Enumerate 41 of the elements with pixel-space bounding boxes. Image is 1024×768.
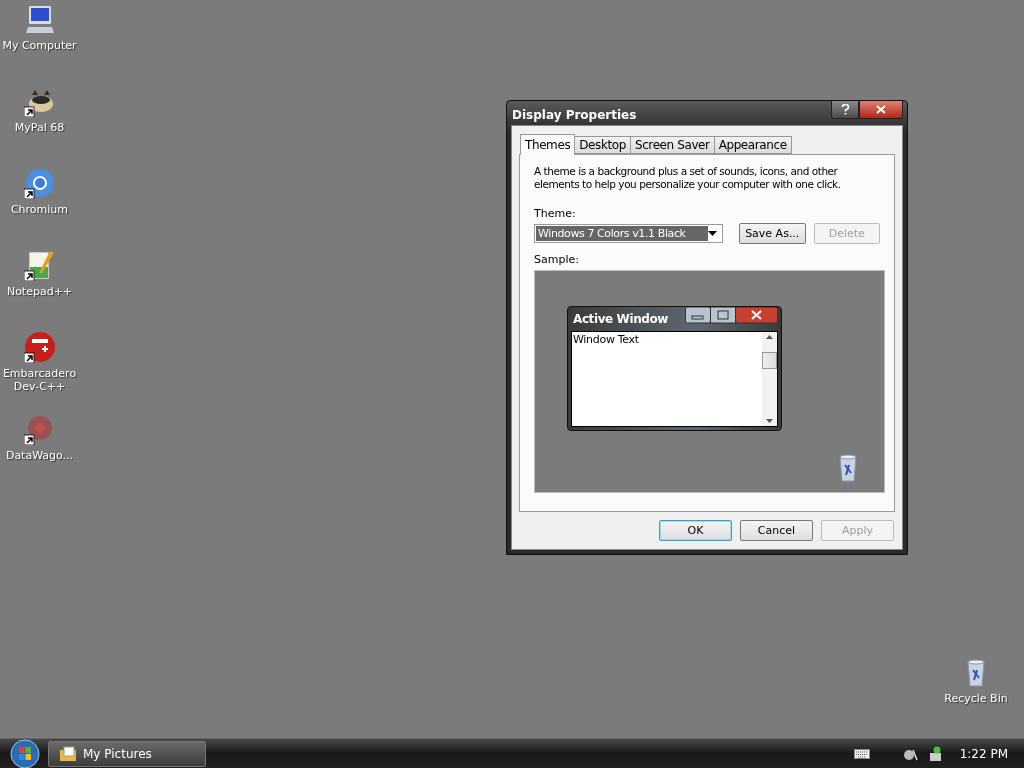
computer-icon[interactable] xyxy=(23,3,56,35)
desktop-icon-label: MyPal 68 xyxy=(13,121,66,134)
window-controls-icon xyxy=(685,307,778,324)
desktop-icon-label: Notepad++ xyxy=(5,285,74,298)
ok-button[interactable]: OK xyxy=(659,520,732,541)
description-text: A theme is a background plus a set of sounds, icons, and other elements to help you personalize your computer with one click. xyxy=(534,165,842,191)
network-icon[interactable] xyxy=(927,746,944,762)
save-as-button[interactable]: Save As... xyxy=(739,223,806,244)
desktop-icon-label: Chromium xyxy=(9,203,70,216)
sample-label: Sample: xyxy=(534,253,580,266)
cancel-button[interactable]: Cancel xyxy=(740,520,813,541)
desktop-icon-label: DataWago... xyxy=(4,449,75,462)
close-button[interactable] xyxy=(859,101,903,119)
app-shortcut-icon[interactable] xyxy=(23,249,56,281)
dropdown-caret-icon xyxy=(708,231,717,236)
theme-dropdown[interactable]: Windows 7 Colors v1.1 Black xyxy=(534,224,723,243)
app-shortcut-icon[interactable] xyxy=(23,331,56,363)
taskbar-button[interactable]: My Pictures xyxy=(48,741,206,767)
desktop-icon-label: Recycle Bin xyxy=(943,692,1009,705)
sample-window-title: Active Window xyxy=(572,311,668,328)
app-shortcut-icon[interactable] xyxy=(23,167,56,199)
folder-icon xyxy=(59,746,77,762)
theme-label: Theme: xyxy=(534,207,577,220)
tab[interactable]: Screen Saver xyxy=(629,136,715,154)
keyboard-icon[interactable] xyxy=(853,749,870,759)
scroll-up-icon[interactable] xyxy=(766,335,773,339)
sample-window-text: Window Text xyxy=(572,332,640,348)
close-icon xyxy=(876,105,886,114)
clock[interactable]: 1:22 PM xyxy=(959,747,1008,761)
scroll-down-icon[interactable] xyxy=(766,419,773,423)
tab[interactable]: Appearance xyxy=(713,136,792,154)
start-button[interactable] xyxy=(10,739,40,768)
tab[interactable]: Themes xyxy=(520,134,576,155)
scrollbar[interactable] xyxy=(762,332,777,426)
scroll-thumb[interactable] xyxy=(762,351,777,369)
desktop-icon-label: My Computer xyxy=(1,39,78,52)
tab[interactable]: Desktop xyxy=(574,136,631,154)
help-icon xyxy=(840,104,850,115)
desktop-icon-label: Embarcadero Dev-C++ xyxy=(1,367,78,393)
help-button[interactable] xyxy=(831,101,859,119)
window-title: Display Properties xyxy=(511,106,637,122)
